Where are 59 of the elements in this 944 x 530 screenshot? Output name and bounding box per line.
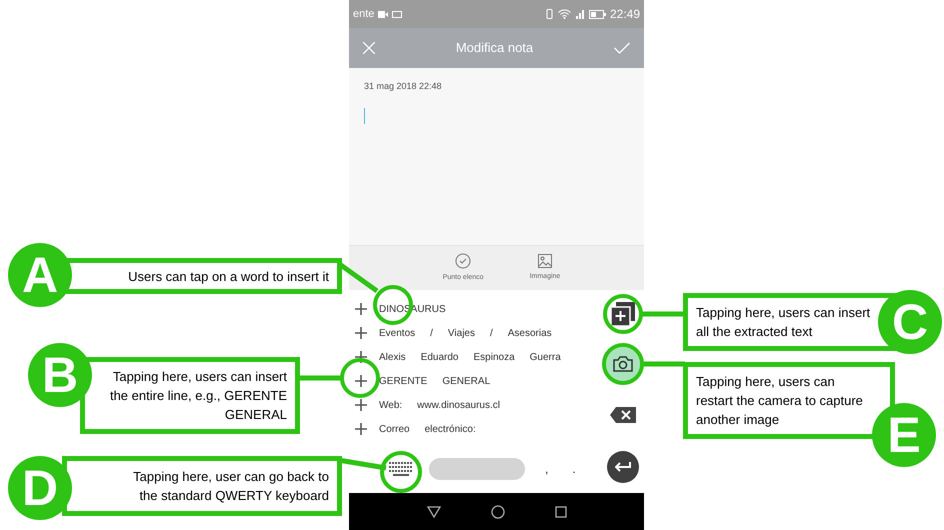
highlight-ring [340, 358, 380, 398]
keyboard-icon [392, 10, 402, 18]
word-chip[interactable]: Espinoza [474, 350, 515, 364]
word-chip[interactable]: Web: [379, 398, 402, 412]
word-chip[interactable]: GERENTE [379, 374, 428, 388]
plus-icon[interactable] [355, 399, 367, 411]
punctuation-key[interactable]: . [568, 460, 580, 478]
home-icon[interactable] [490, 504, 504, 518]
word-chip[interactable]: / [490, 326, 493, 340]
enter-icon [615, 462, 631, 472]
back-icon[interactable] [426, 506, 440, 518]
highlight-ring [603, 294, 643, 334]
text-cursor [364, 108, 365, 124]
vibrate-icon [544, 9, 554, 19]
image-icon [538, 254, 552, 268]
plus-icon[interactable] [355, 375, 367, 387]
word-chip[interactable]: Correo [379, 422, 410, 436]
toolbar-title: Modifica nota [454, 39, 534, 58]
word-chip[interactable]: Eventos [379, 326, 416, 340]
plus-icon[interactable] [355, 303, 367, 315]
word-chip[interactable]: Eduardo [420, 350, 458, 364]
letter-badge: B [28, 343, 92, 407]
word-chip[interactable]: GENERAL [442, 374, 490, 388]
callout-text: Tapping here, users can insert all the extracted text [696, 304, 872, 341]
checkmark-icon[interactable] [614, 42, 630, 54]
camera-icon [613, 356, 633, 372]
backspace-icon[interactable] [610, 407, 636, 423]
letter-badge: A [8, 243, 72, 307]
punctuation-key[interactable]: , [541, 460, 552, 478]
word-chip[interactable]: / [430, 326, 433, 340]
copy-add-icon[interactable] [611, 302, 635, 326]
check-circle-icon [455, 252, 472, 269]
highlight-ring [602, 343, 644, 385]
recents-icon[interactable] [554, 506, 566, 518]
signal-icon [574, 10, 585, 18]
wifi-icon [558, 9, 571, 19]
word-chip[interactable]: Asesorias [508, 326, 552, 340]
keyboard-icon[interactable] [389, 462, 413, 476]
callout-text: Users can tap on a word to insert it [128, 268, 329, 286]
word-chip[interactable]: www.dinosaurus.cl [417, 398, 500, 412]
note-date: 31 mag 2018 22:48 [364, 80, 443, 93]
callout-text: Tapping here, users can restart the camera to capture another image [696, 373, 864, 429]
plus-icon[interactable] [355, 351, 367, 363]
letter-badge: E [872, 403, 936, 467]
video-icon [378, 10, 388, 18]
plus-icon[interactable] [355, 423, 367, 435]
clock-time: 22:49 [610, 6, 640, 23]
highlight-ring [380, 451, 422, 493]
word-chip[interactable]: Viajes [448, 326, 475, 340]
battery-icon [588, 10, 606, 18]
carrier-name: ente [353, 6, 374, 22]
letter-badge: D [8, 456, 72, 520]
letter-badge: C [878, 290, 942, 354]
callout-text: Tapping here, users can insert the entire line, e.g., GERENTE GENERAL [108, 368, 287, 424]
word-chip[interactable]: Guerra [530, 350, 561, 364]
plus-icon[interactable] [355, 327, 367, 339]
callout-text: Tapping here, user can go back to the standard QWERTY keyboard [132, 468, 329, 505]
word-chip[interactable]: electrónico: [424, 422, 476, 436]
word-chip[interactable]: Alexis [379, 350, 406, 364]
